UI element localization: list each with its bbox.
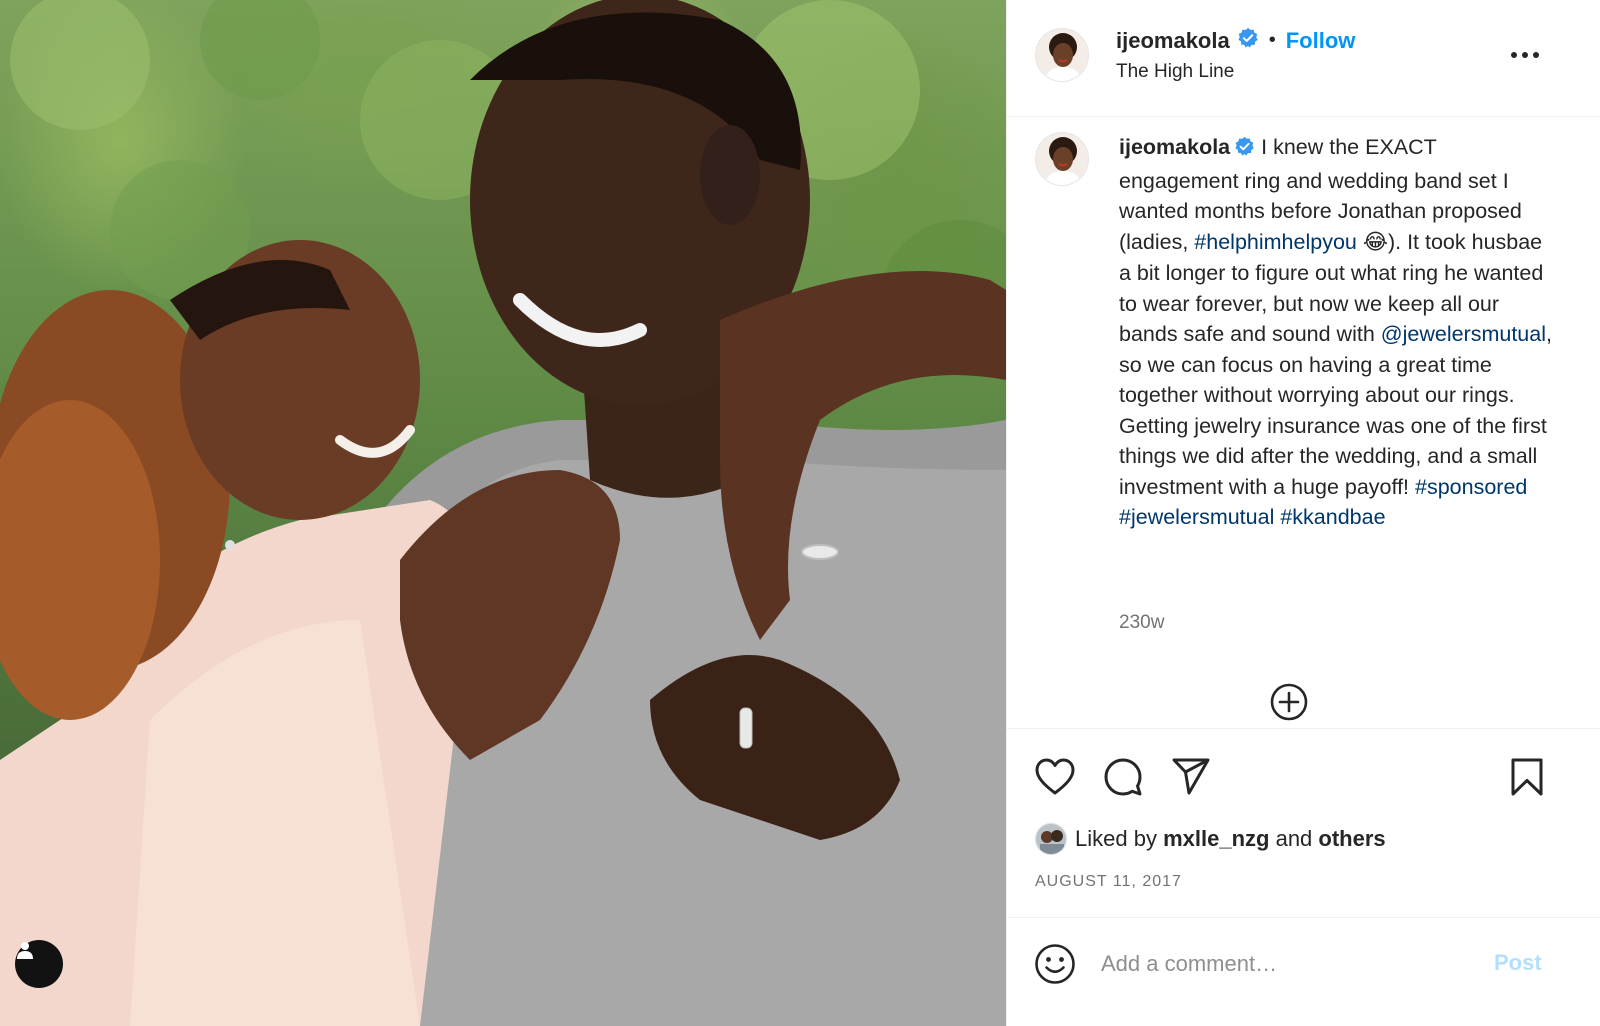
post-details-panel: ijeomakola • Follow The High Line ijeoma… [1006,0,1600,1026]
emoji-picker-button[interactable] [1033,942,1077,986]
more-options-button[interactable] [1507,40,1543,70]
comment-bar: Post [1007,918,1600,1026]
comment-button[interactable] [1101,755,1145,799]
more-options-icon [1511,52,1539,58]
caption-username[interactable]: ijeomakola [1119,135,1230,159]
share-button[interactable] [1169,755,1213,799]
header-user-line: ijeomakola • Follow [1116,27,1355,54]
caption-author-avatar[interactable] [1035,132,1089,186]
caption-text-part-3: , so we can focus on having a great time… [1119,322,1552,499]
follow-button[interactable]: Follow [1286,28,1356,54]
bookmark-icon [1511,758,1543,796]
liked-by-username[interactable]: mxlle_nzg [1163,826,1269,852]
liked-by-prefix: Liked by [1075,826,1157,851]
post-photo[interactable] [0,0,1006,1026]
person-icon [17,942,33,959]
post-date: AUGUST 11, 2017 [1035,873,1182,890]
liked-user-avatar[interactable] [1035,823,1067,855]
hashtag-link[interactable]: #helphimhelpyou [1194,230,1357,254]
caption-section: ijeomakola I knew the EXACT engagement ri… [1007,118,1600,728]
share-icon [1172,758,1210,795]
save-button[interactable] [1505,755,1549,799]
hashtag-link[interactable]: #jewelersmutual [1119,505,1274,529]
mention-link[interactable]: @jewelersmutual [1381,322,1546,346]
verified-badge-icon [1234,135,1255,166]
verified-badge-icon [1237,27,1259,54]
laughing-emoji: 😂 [1362,229,1388,255]
comment-icon [1104,758,1142,796]
post-actions: Liked by mxlle_nzg and others AUGUST 11,… [1007,728,1600,918]
post-location[interactable]: The High Line [1116,61,1234,83]
liked-by-summary: Liked by mxlle_nzg and others [1035,823,1386,855]
heart-icon [1035,758,1075,795]
post-header: ijeomakola • Follow The High Line [1007,0,1600,117]
like-button[interactable] [1033,755,1077,799]
caption-time-ago: 230w [1119,612,1165,633]
separator-dot: • [1268,29,1276,51]
plus-circle-icon [1270,683,1308,721]
hashtag-link[interactable]: #sponsored [1415,475,1527,499]
smiley-icon [1035,944,1075,984]
couple-photo-illustration [0,0,1006,1026]
hashtag-link[interactable]: #kkandbae [1280,505,1385,529]
tagged-users-button[interactable] [15,940,63,988]
caption-text: ijeomakola I knew the EXACT engagement ri… [1119,132,1559,533]
author-avatar[interactable] [1035,28,1089,82]
liked-by-and: and [1275,826,1313,851]
comment-input[interactable] [1101,944,1481,984]
load-more-comments-button[interactable] [1269,682,1309,722]
liked-by-others[interactable]: others [1318,826,1385,852]
post-comment-button[interactable]: Post [1494,950,1542,976]
author-username[interactable]: ijeomakola [1116,28,1230,54]
